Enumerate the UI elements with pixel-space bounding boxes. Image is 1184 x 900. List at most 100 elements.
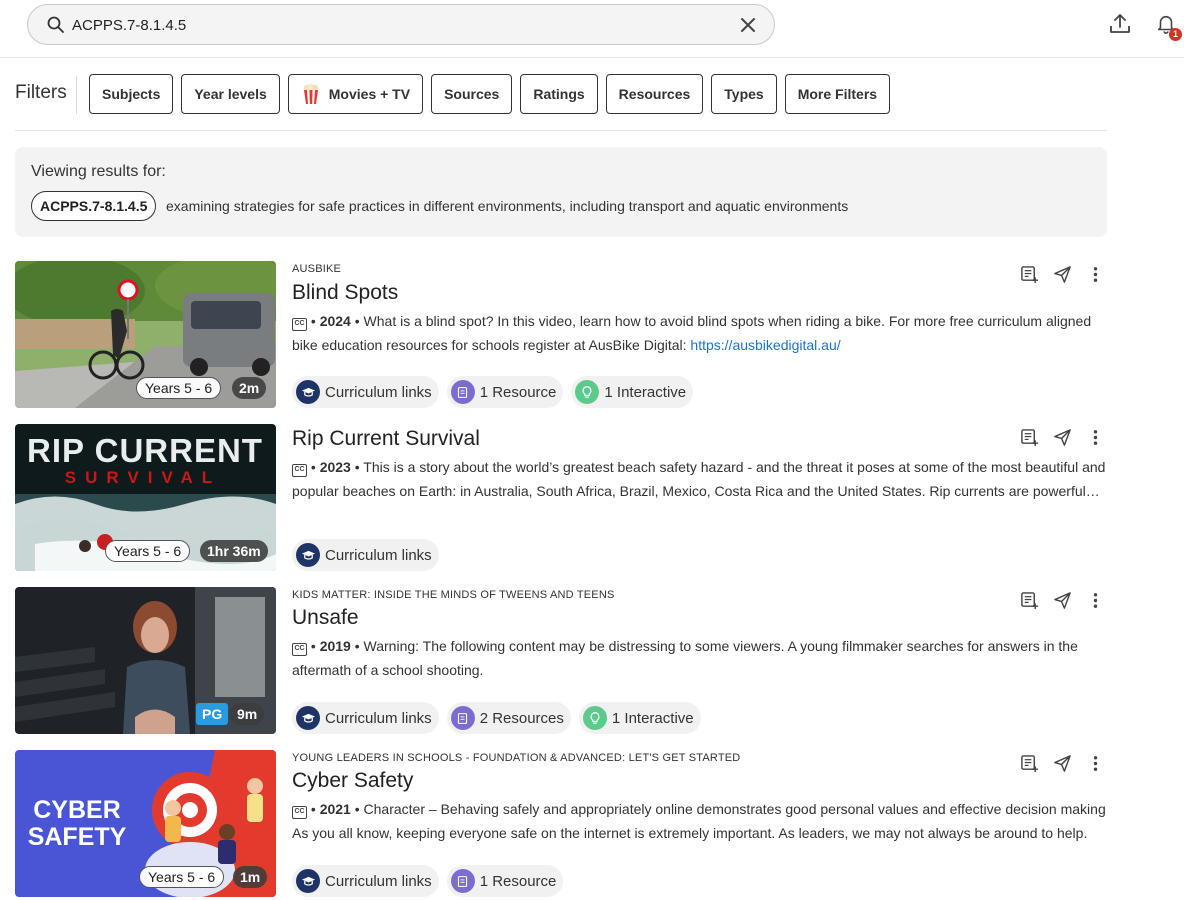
result-title[interactable]: Rip Current Survival xyxy=(292,427,480,451)
result-actions xyxy=(1020,591,1105,610)
year-level-badge: Years 5 - 6 xyxy=(139,866,225,888)
video-thumbnail[interactable]: RIP CURRENT SURVIVAL Years 5 - 6 1hr 36m xyxy=(15,424,276,571)
thumbnail-title-line2: SAFETY xyxy=(28,823,127,851)
result-chips: Curriculum links xyxy=(292,539,439,571)
result-description: CC • 2021 • Character – Behaving safely … xyxy=(292,801,1106,841)
notification-badge: 1 xyxy=(1169,28,1182,41)
popcorn-icon xyxy=(303,83,318,104)
result-item: Years 5 - 6 2m AUSBIKE Blind Spots CC • … xyxy=(15,261,1107,409)
filter-bar: Subjects Year levels Movies + TV Sources… xyxy=(89,74,891,114)
result-title[interactable]: Cyber Safety xyxy=(292,769,413,793)
share-icon[interactable] xyxy=(1053,754,1072,773)
chip-label: Curriculum links xyxy=(325,709,432,727)
filter-ratings[interactable]: Ratings xyxy=(520,74,598,114)
chip-label: Curriculum links xyxy=(325,383,432,401)
video-thumbnail[interactable]: CYBER SAFETY Years 5 - 6 1m xyxy=(15,750,276,897)
interactive-chip[interactable]: 1 Interactive xyxy=(578,702,701,734)
description-text: Character – Behaving safely and appropri… xyxy=(292,801,1106,841)
filter-year-levels[interactable]: Year levels xyxy=(181,74,280,114)
release-year: 2024 xyxy=(319,313,351,329)
add-to-list-icon[interactable] xyxy=(1020,428,1039,447)
result-actions xyxy=(1020,265,1105,284)
filter-types[interactable]: Types xyxy=(711,74,777,114)
release-year: 2021 xyxy=(319,801,351,817)
add-to-list-icon[interactable] xyxy=(1020,754,1039,773)
curriculum-links-chip[interactable]: Curriculum links xyxy=(292,702,439,734)
search-icon xyxy=(47,16,64,33)
chip-label: 1 Interactive xyxy=(604,383,687,401)
filters-label: Filters xyxy=(15,82,67,103)
year-level-badge: Years 5 - 6 xyxy=(136,377,222,399)
closed-captions-icon: CC xyxy=(292,806,307,819)
result-actions xyxy=(1020,754,1105,773)
chip-label: 2 Resources xyxy=(479,709,564,727)
filter-subjects[interactable]: Subjects xyxy=(89,74,174,114)
result-title[interactable]: Blind Spots xyxy=(292,281,398,305)
filter-sources[interactable]: Sources xyxy=(431,74,513,114)
result-chips: Curriculum links 1 Resource xyxy=(292,865,564,897)
source-label: AUSBIKE xyxy=(292,263,342,275)
search-bar[interactable]: ACPPS.7-8.1.4.5 xyxy=(27,4,775,45)
chip-label: 1 Resource xyxy=(479,872,557,890)
document-icon xyxy=(450,380,475,404)
result-description: CC • 2024 • What is a blind spot? In thi… xyxy=(292,313,1092,353)
viewing-results-panel: Viewing results for: ACPPS.7-8.1.4.5 exa… xyxy=(15,147,1107,237)
filter-movies-tv-label: Movies + TV xyxy=(328,86,411,102)
release-year: 2019 xyxy=(319,638,351,654)
release-year: 2023 xyxy=(319,459,351,475)
share-icon[interactable] xyxy=(1053,591,1072,610)
interactive-chip[interactable]: 1 Interactive xyxy=(571,376,694,408)
video-thumbnail[interactable]: PG 9m xyxy=(15,587,276,734)
graduation-cap-icon xyxy=(296,543,320,567)
thumbnail-title-line2: SURVIVAL xyxy=(65,468,221,487)
resources-chip[interactable]: 2 Resources xyxy=(446,702,571,734)
notifications-button[interactable]: 1 xyxy=(1155,12,1182,41)
curriculum-links-chip[interactable]: Curriculum links xyxy=(292,865,439,897)
resources-chip[interactable]: 1 Resource xyxy=(446,865,564,897)
more-options-icon[interactable] xyxy=(1086,428,1105,447)
chip-label: 1 Interactive xyxy=(611,709,694,727)
curriculum-links-chip[interactable]: Curriculum links xyxy=(292,539,439,571)
chip-label: Curriculum links xyxy=(325,872,432,890)
graduation-cap-icon xyxy=(296,706,320,730)
result-item: CYBER SAFETY Years 5 - 6 1m YOUNG LEADER… xyxy=(15,750,1107,898)
duration-badge: 2m xyxy=(232,377,267,399)
add-to-list-icon[interactable] xyxy=(1020,265,1039,284)
document-icon xyxy=(450,869,475,893)
upload-icon[interactable] xyxy=(1108,12,1132,36)
chip-label: Curriculum links xyxy=(325,546,432,564)
result-description: CC • 2023 • This is a story about the wo… xyxy=(292,455,1107,503)
curriculum-links-chip[interactable]: Curriculum links xyxy=(292,376,439,408)
thumbnail-title-line1: CYBER xyxy=(33,796,121,824)
more-options-icon[interactable] xyxy=(1086,754,1105,773)
search-input[interactable]: ACPPS.7-8.1.4.5 xyxy=(72,5,186,46)
video-thumbnail[interactable]: Years 5 - 6 2m xyxy=(15,261,276,408)
curriculum-code-tag[interactable]: ACPPS.7-8.1.4.5 xyxy=(31,191,157,221)
closed-captions-icon: CC xyxy=(292,464,307,477)
top-bar: ACPPS.7-8.1.4.5 1 xyxy=(0,0,1184,58)
closed-captions-icon: CC xyxy=(292,318,307,331)
more-options-icon[interactable] xyxy=(1086,591,1105,610)
duration-badge: 1m xyxy=(233,866,268,888)
filter-resources[interactable]: Resources xyxy=(605,74,704,114)
close-icon[interactable] xyxy=(740,17,756,33)
filter-more[interactable]: More Filters xyxy=(784,74,891,114)
result-item: PG 9m KIDS MATTER: INSIDE THE MINDS OF T… xyxy=(15,587,1107,735)
filter-movies-tv[interactable]: Movies + TV xyxy=(287,74,424,114)
share-icon[interactable] xyxy=(1053,428,1072,447)
thumbnail-title-line1: RIP CURRENT xyxy=(27,432,263,469)
result-title[interactable]: Unsafe xyxy=(292,606,359,630)
result-chips: Curriculum links 2 Resources 1 Interacti… xyxy=(292,702,701,734)
chip-label: 1 Resource xyxy=(479,383,557,401)
graduation-cap-icon xyxy=(296,380,320,404)
resources-chip[interactable]: 1 Resource xyxy=(446,376,564,408)
duration-badge: 9m xyxy=(230,703,265,725)
add-to-list-icon[interactable] xyxy=(1020,591,1039,610)
rating-badge: PG xyxy=(196,703,229,725)
more-options-icon[interactable] xyxy=(1086,265,1105,284)
viewing-results-label: Viewing results for: xyxy=(31,163,166,180)
share-icon[interactable] xyxy=(1053,265,1072,284)
external-link[interactable]: https://ausbikedigital.au/ xyxy=(690,337,840,353)
document-icon xyxy=(450,706,475,730)
graduation-cap-icon xyxy=(296,869,320,893)
